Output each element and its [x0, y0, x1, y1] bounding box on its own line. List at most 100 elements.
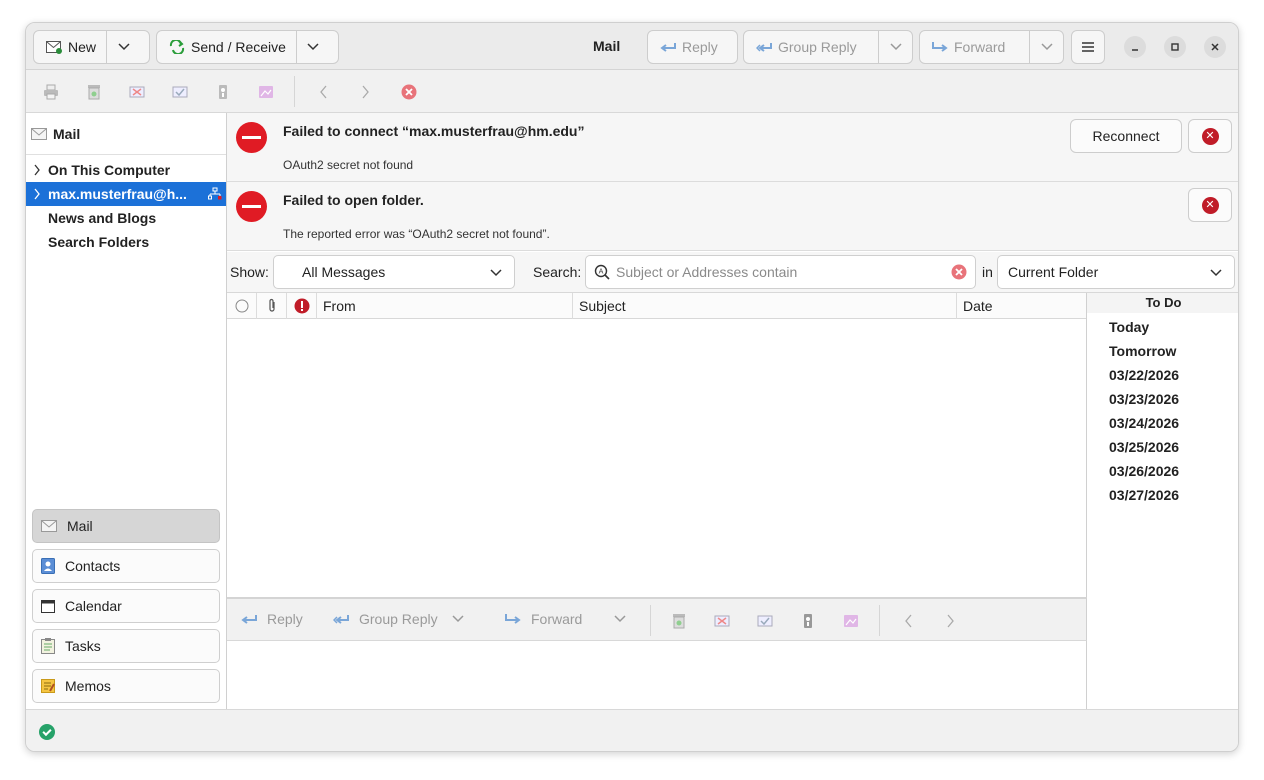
unread-status-icon: [235, 299, 248, 313]
switcher-contacts[interactable]: Contacts: [32, 549, 220, 583]
switcher-memos[interactable]: Memos: [32, 669, 220, 703]
folder-account[interactable]: max.musterfrau@h...: [26, 182, 226, 206]
minimize-button[interactable]: [1124, 36, 1146, 58]
delete-icon[interactable]: [798, 611, 818, 631]
preview-toolbar: Reply Group Reply Forward: [227, 597, 1087, 641]
send-receive-dropdown-button[interactable]: [295, 31, 330, 63]
new-dropdown-button[interactable]: [106, 31, 140, 63]
folder-news-and-blogs[interactable]: News and Blogs: [26, 206, 226, 230]
mark-not-junk-icon[interactable]: [755, 611, 775, 631]
evolution-window: New Send / Receive Mail Reply Group Repl…: [25, 22, 1239, 752]
send-receive-label: Send / Receive: [191, 39, 286, 55]
reply-icon: [241, 615, 257, 624]
subject-column-header[interactable]: Subject: [573, 293, 957, 319]
chevron-down-icon: [452, 615, 464, 623]
main-menu-button[interactable]: [1071, 30, 1105, 64]
svg-text:A: A: [599, 268, 604, 276]
todo-item[interactable]: 03/26/2026: [1087, 459, 1238, 483]
image-icon[interactable]: [841, 611, 861, 631]
send-receive-button[interactable]: Send / Receive: [156, 30, 339, 64]
network-offline-icon: [208, 187, 222, 201]
folder-error-alert: Failed to open folder. The reported erro…: [227, 182, 1238, 251]
reply-icon: [660, 41, 676, 53]
search-scope-dropdown[interactable]: Current Folder: [997, 255, 1235, 289]
previous-icon[interactable]: [898, 611, 918, 631]
image-icon[interactable]: [256, 82, 276, 102]
switcher-mail[interactable]: Mail: [32, 509, 220, 543]
search-scope-value: Current Folder: [1008, 264, 1099, 280]
stop-icon[interactable]: [399, 82, 419, 102]
switcher-tasks[interactable]: Tasks: [32, 629, 220, 663]
reply-label: Reply: [682, 39, 718, 55]
clear-search-icon[interactable]: [951, 264, 967, 280]
switcher-calendar[interactable]: Calendar: [32, 589, 220, 623]
search-input[interactable]: A Subject or Addresses contain: [585, 255, 976, 289]
archive-icon[interactable]: [669, 611, 689, 631]
chevron-down-icon: [307, 43, 319, 51]
search-placeholder: Subject or Addresses contain: [616, 264, 798, 280]
print-icon[interactable]: [41, 82, 61, 102]
todo-item[interactable]: Today: [1087, 315, 1238, 339]
archive-icon[interactable]: [84, 82, 104, 102]
search-icon[interactable]: A: [594, 264, 610, 280]
sidebar-title: Mail: [53, 125, 81, 142]
todo-item[interactable]: 03/25/2026: [1087, 435, 1238, 459]
todo-item[interactable]: Tomorrow: [1087, 339, 1238, 363]
close-window-button[interactable]: [1204, 36, 1226, 58]
chevron-down-icon: [117, 43, 130, 51]
error-stop-icon: [236, 191, 267, 222]
window-title: Mail: [593, 38, 621, 54]
calendar-icon: [41, 599, 55, 613]
message-preview[interactable]: [227, 641, 1087, 709]
todo-item[interactable]: 03/23/2026: [1087, 387, 1238, 411]
date-column-header[interactable]: Date: [957, 293, 1087, 319]
new-button[interactable]: New: [33, 30, 150, 64]
maximize-icon: [1171, 43, 1179, 51]
forward-label: Forward: [531, 611, 583, 627]
mark-junk-icon[interactable]: [712, 611, 732, 631]
mark-not-junk-icon[interactable]: [170, 82, 190, 102]
reconnect-button[interactable]: Reconnect: [1070, 119, 1182, 153]
status-bar: [26, 709, 1238, 751]
next-icon[interactable]: [941, 611, 961, 631]
from-column-header[interactable]: From: [317, 293, 573, 319]
attachment-column-header[interactable]: [257, 293, 287, 319]
forward-label: Forward: [954, 39, 1006, 55]
dismiss-alert-button[interactable]: ✕: [1188, 188, 1232, 222]
error-stop-icon: [236, 122, 267, 153]
header-bar: New Send / Receive Mail Reply Group Repl…: [26, 23, 1238, 70]
filter-bar: Show: All Messages Search: A Subject or …: [227, 252, 1238, 293]
todo-item[interactable]: 03/24/2026: [1087, 411, 1238, 435]
importance-column-header[interactable]: [287, 293, 317, 319]
folder-search-folders[interactable]: Search Folders: [26, 230, 226, 254]
online-status-icon[interactable]: [39, 724, 55, 740]
folder-label: On This Computer: [48, 162, 171, 178]
status-column-header[interactable]: [227, 293, 257, 319]
group-reply-label: Group Reply: [359, 611, 438, 627]
todo-item[interactable]: 03/22/2026: [1087, 363, 1238, 387]
preview-reply-button[interactable]: Reply: [241, 611, 303, 627]
reply-button[interactable]: Reply: [647, 30, 738, 64]
group-reply-dropdown-button[interactable]: [878, 31, 912, 63]
preview-forward-button[interactable]: Forward: [505, 611, 626, 627]
forward-dropdown-button[interactable]: [1029, 31, 1063, 63]
todo-item[interactable]: 03/27/2026: [1087, 483, 1238, 507]
dismiss-alert-button[interactable]: ✕: [1188, 119, 1232, 153]
minimize-icon: [1132, 49, 1138, 51]
show-filter-dropdown[interactable]: All Messages: [273, 255, 515, 289]
preview-group-reply-button[interactable]: Group Reply: [333, 611, 464, 627]
folder-on-this-computer[interactable]: On This Computer: [26, 158, 226, 182]
important-icon: [294, 298, 309, 314]
delete-icon[interactable]: [213, 82, 233, 102]
mark-junk-icon[interactable]: [127, 82, 147, 102]
forward-button[interactable]: Forward: [919, 30, 1064, 64]
previous-icon[interactable]: [313, 82, 333, 102]
maximize-button[interactable]: [1164, 36, 1186, 58]
next-icon[interactable]: [356, 82, 376, 102]
chevron-down-icon: [614, 615, 626, 623]
switcher-label: Memos: [65, 678, 111, 694]
group-reply-button[interactable]: Group Reply: [743, 30, 913, 64]
column-label: From: [323, 298, 356, 314]
switcher-label: Calendar: [65, 598, 122, 614]
message-list[interactable]: From Subject Date: [227, 293, 1087, 599]
